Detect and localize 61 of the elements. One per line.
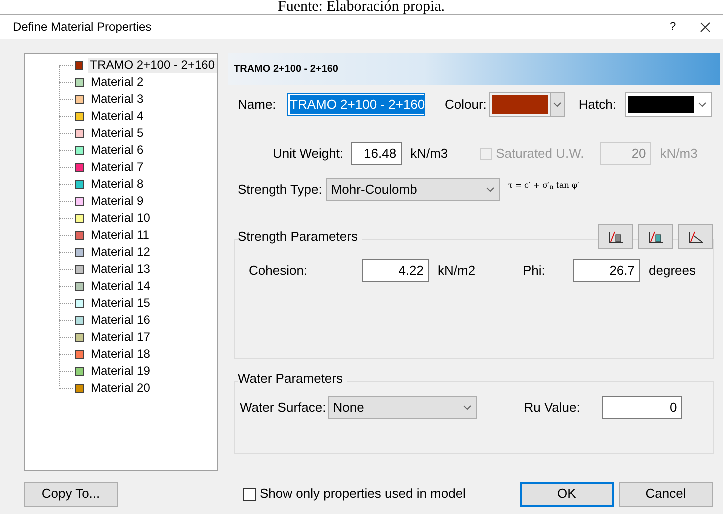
tree-item[interactable]: Material 8: [89, 177, 146, 192]
ok-button[interactable]: OK: [520, 482, 614, 506]
tree-item[interactable]: Material 3: [89, 92, 146, 107]
document-caption: Fuente: Elaboración propia.: [278, 0, 446, 14]
name-field[interactable]: TRAMO 2+100 - 2+160: [287, 93, 425, 116]
material-header: TRAMO 2+100 - 2+160: [234, 62, 338, 76]
tree-item[interactable]: Material 9: [89, 194, 146, 209]
copy-to-button[interactable]: Copy To...: [24, 482, 118, 506]
formula-text: τ = c′ + σ′$_{n}$ tan φ′: [508, 180, 580, 192]
tree-item[interactable]: Material 20: [89, 381, 152, 396]
dropdown-caret-icon: [463, 404, 472, 410]
chart-tool-icon[interactable]: [598, 224, 633, 249]
ru-value-field[interactable]: 0: [602, 396, 682, 419]
tree-item[interactable]: Material 4: [89, 109, 146, 124]
tree-item[interactable]: Material 15: [89, 296, 152, 311]
tree-item[interactable]: Material 13: [89, 262, 152, 277]
chart-tool-icon[interactable]: [638, 224, 673, 249]
tree-item[interactable]: Material 11: [89, 228, 152, 243]
tree-item[interactable]: Material 5: [89, 126, 146, 141]
dropdown-caret-icon: [698, 102, 706, 108]
unit-label: kN/m2: [438, 262, 477, 280]
strength-type-label: Strength Type:: [238, 180, 322, 199]
cohesion-field[interactable]: 4.22: [362, 259, 429, 282]
show-only-checkbox[interactable]: [243, 488, 256, 500]
tree-item[interactable]: Material 2: [89, 75, 146, 90]
unit-label: degrees: [649, 262, 696, 280]
close-icon[interactable]: [700, 22, 711, 32]
water-surface-label: Water Surface:: [240, 398, 326, 417]
tree-item[interactable]: Material 12: [89, 245, 152, 260]
unit-weight-label: Unit Weight:: [273, 144, 344, 163]
hatch-label: Hatch:: [578, 96, 616, 114]
tree-item[interactable]: Material 16: [89, 313, 152, 328]
dropdown-caret-icon: [486, 186, 496, 192]
dropdown-caret-icon: [552, 102, 562, 108]
strength-type-dropdown[interactable]: Mohr-Coulomb: [326, 178, 500, 201]
tree-item[interactable]: Material 18: [89, 347, 152, 362]
tree-item[interactable]: Material 7: [89, 160, 146, 175]
phi-field[interactable]: 26.7: [573, 259, 640, 282]
ru-value-label: Ru Value:: [524, 398, 582, 417]
saturated-label: Saturated U.W.: [496, 144, 584, 163]
tree-item[interactable]: Material 6: [89, 143, 146, 158]
phi-label: Phi:: [523, 262, 546, 280]
unit-weight-field[interactable]: 16.48: [350, 142, 402, 165]
show-only-label: Show only properties used in model: [260, 485, 466, 504]
water-surface-dropdown[interactable]: None: [328, 396, 478, 419]
tree-item[interactable]: Material 17: [89, 330, 152, 345]
unit-label: kN/m3: [660, 144, 698, 163]
chart-tool-icon[interactable]: [678, 224, 713, 249]
cancel-button[interactable]: Cancel: [618, 482, 713, 506]
tree-item[interactable]: TRAMO 2+100 - 2+160: [88, 58, 217, 73]
tree-item[interactable]: Material 19: [89, 364, 152, 379]
hatch-dropdown[interactable]: [624, 92, 712, 117]
cohesion-label: Cohesion:: [249, 262, 309, 280]
name-label: Name:: [238, 96, 278, 114]
help-button[interactable]: ?: [658, 18, 688, 36]
tree-item[interactable]: Material 14: [89, 279, 152, 294]
colour-label: Colour:: [445, 96, 487, 114]
unit-label: kN/m3: [410, 144, 448, 163]
window-title: Define Material Properties: [13, 19, 153, 36]
tree-item[interactable]: Material 10: [89, 211, 152, 226]
colour-dropdown[interactable]: [488, 92, 565, 117]
